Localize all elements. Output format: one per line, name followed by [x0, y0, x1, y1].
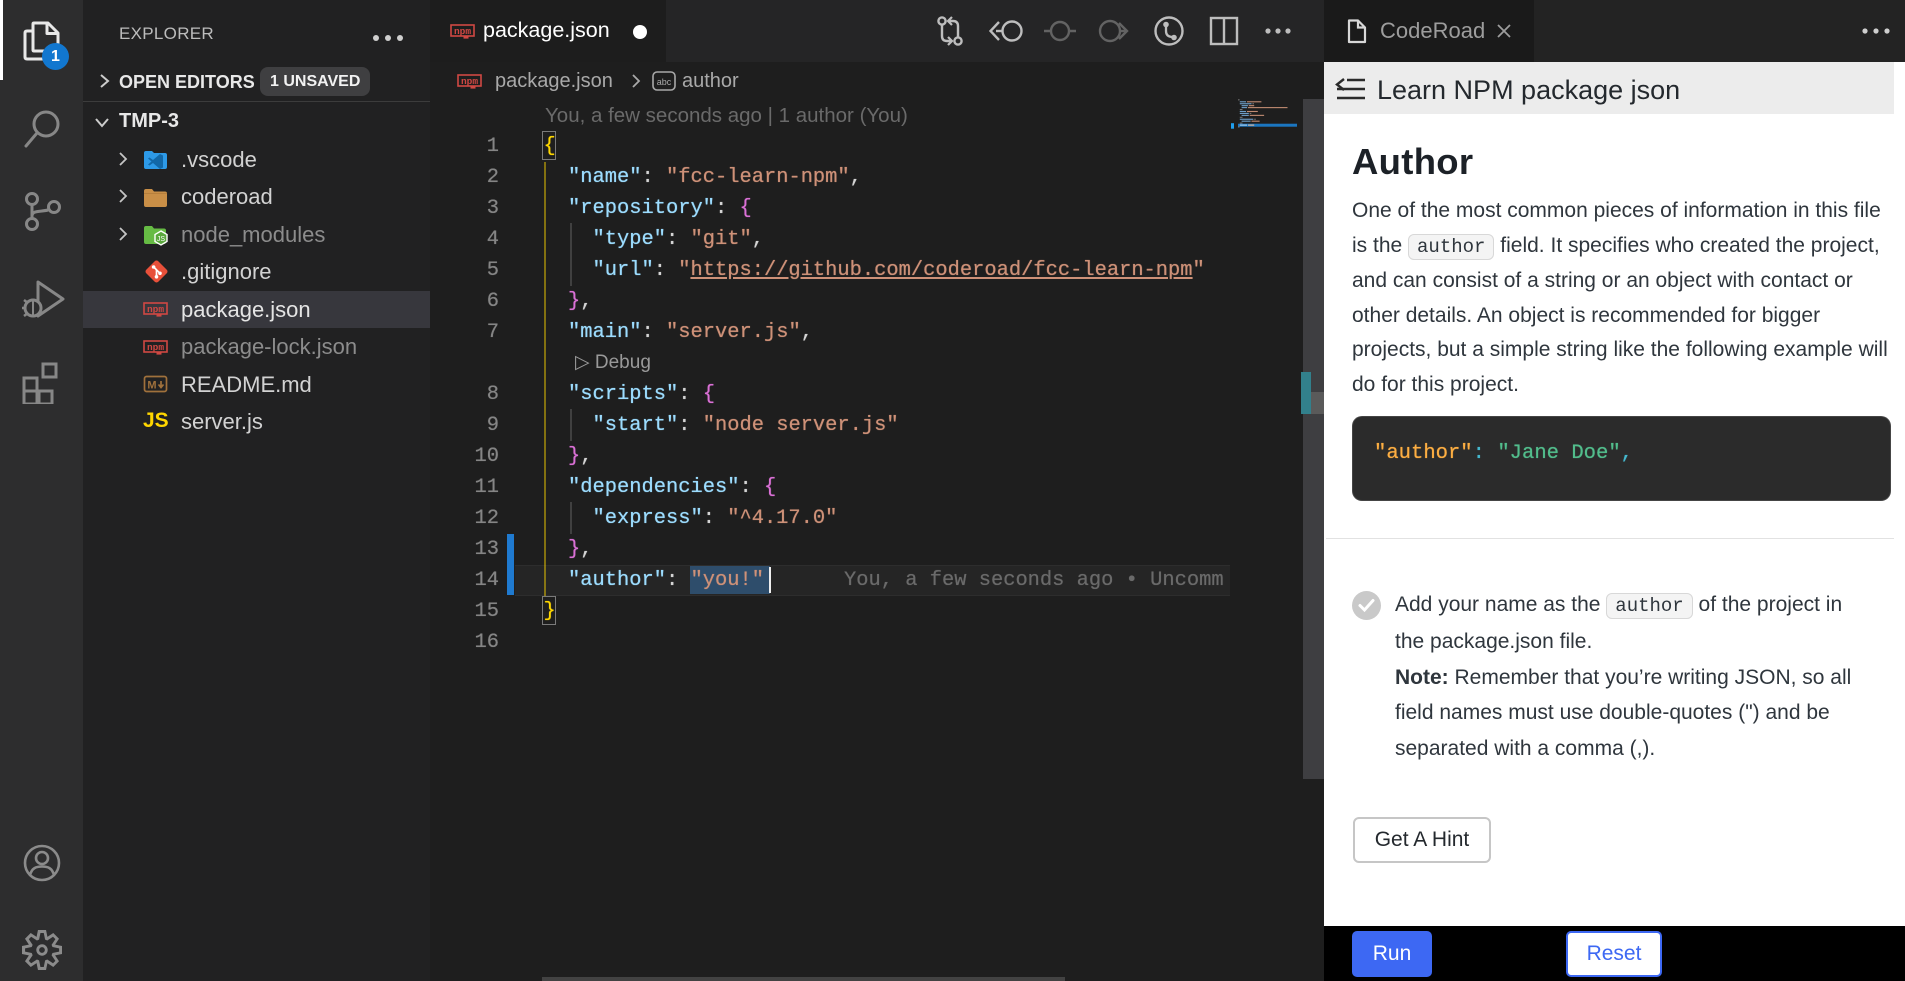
svg-text:JS: JS: [157, 236, 166, 243]
svg-text:abc: abc: [657, 77, 672, 87]
svg-text:M: M: [147, 380, 156, 392]
svg-text:npm: npm: [147, 342, 164, 353]
svg-text:npm: npm: [454, 26, 471, 37]
svg-text:npm: npm: [147, 304, 164, 315]
svg-text:npm: npm: [461, 76, 478, 87]
